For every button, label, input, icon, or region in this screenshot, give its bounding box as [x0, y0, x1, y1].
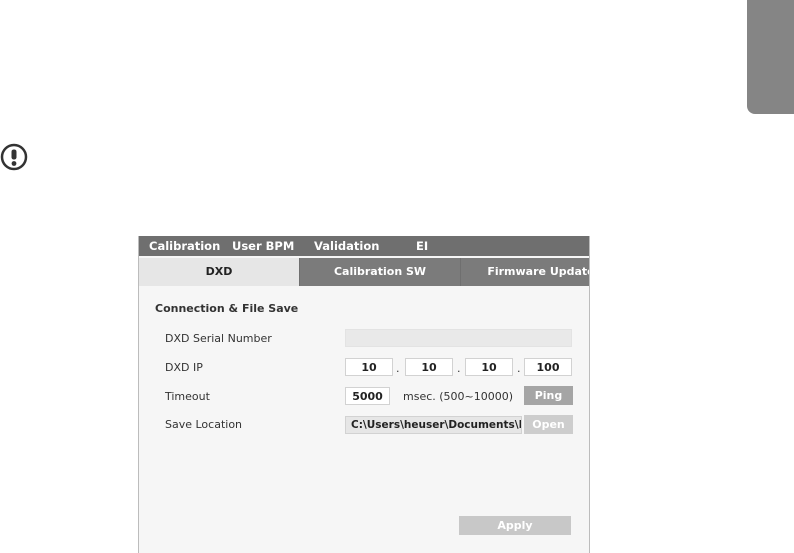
open-button[interactable]: Open — [524, 415, 573, 434]
ip-label: DXD IP — [165, 361, 203, 374]
ip-separator-3: . — [517, 362, 521, 375]
serial-number-field — [345, 329, 572, 347]
menu-calibration[interactable]: Calibration — [149, 239, 220, 253]
ip-separator-2: . — [457, 362, 461, 375]
tab-bar: DXD Calibration SW Firmware Update — [139, 258, 589, 286]
ip-octet-3-input[interactable] — [465, 358, 513, 376]
apply-button[interactable]: Apply — [459, 516, 571, 535]
tab-calibration-sw[interactable]: Calibration SW — [300, 258, 460, 286]
side-thumb-tab — [747, 0, 794, 114]
alert-icon — [0, 143, 28, 171]
section-title: Connection & File Save — [155, 302, 299, 315]
serial-number-label: DXD Serial Number — [165, 332, 272, 345]
tab-dxd[interactable]: DXD — [139, 258, 299, 286]
menu-ei[interactable]: EI — [416, 239, 428, 253]
menu-user-bpm[interactable]: User BPM — [232, 239, 294, 253]
ip-separator-1: . — [396, 362, 400, 375]
tab-firmware-update[interactable]: Firmware Update — [461, 258, 589, 286]
timeout-input[interactable] — [345, 387, 390, 405]
menu-bar: Calibration User BPM Validation EI — [139, 236, 589, 256]
ip-octet-4-input[interactable] — [524, 358, 572, 376]
dxd-panel: Connection & File Save DXD Serial Number… — [139, 288, 589, 553]
ip-octet-1-input[interactable] — [345, 358, 393, 376]
timeout-label: Timeout — [165, 390, 210, 403]
ip-octet-2-input[interactable] — [405, 358, 453, 376]
save-location-field[interactable] — [345, 416, 522, 434]
save-location-label: Save Location — [165, 418, 243, 431]
application-window: Calibration User BPM Validation EI DXD C… — [138, 236, 590, 553]
timeout-unit-label: msec. (500~10000) — [403, 390, 514, 403]
menu-validation[interactable]: Validation — [314, 239, 379, 253]
ping-button[interactable]: Ping — [524, 386, 573, 405]
